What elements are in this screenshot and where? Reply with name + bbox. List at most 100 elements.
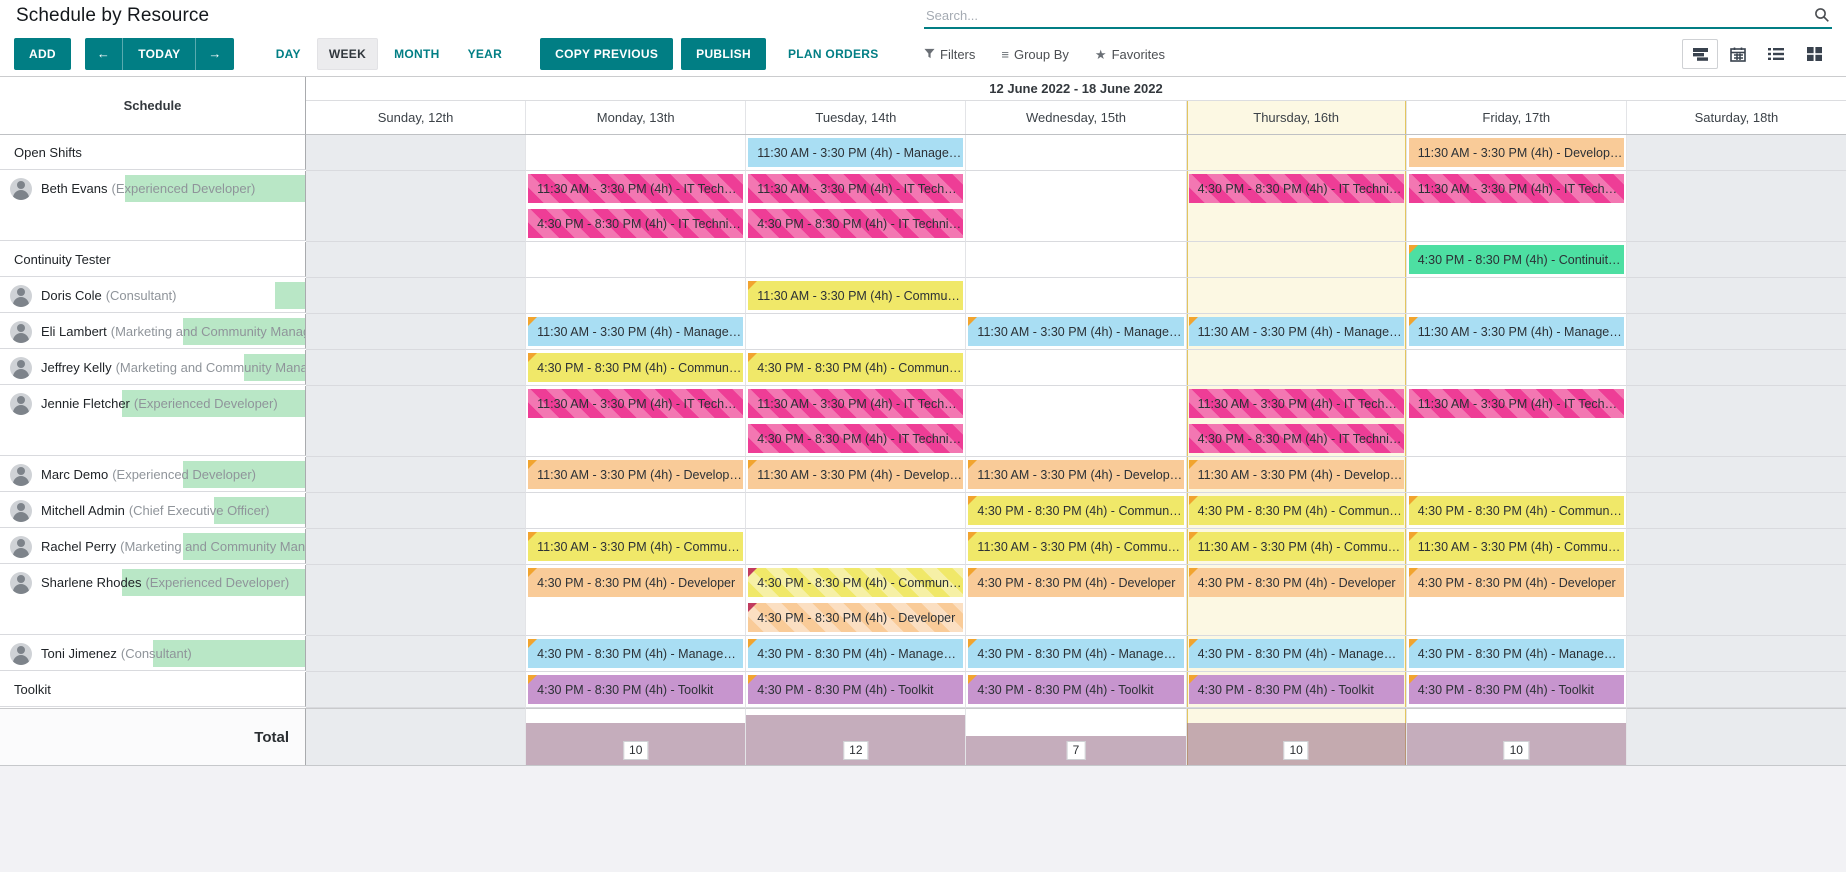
shift-event[interactable]: 11:30 AM - 3:30 PM (4h) - Manage… <box>748 138 963 167</box>
shift-event[interactable]: 4:30 PM - 8:30 PM (4h) - IT Techni… <box>1189 424 1404 453</box>
shift-event[interactable]: 4:30 PM - 8:30 PM (4h) - Developer <box>748 603 963 632</box>
publish-button[interactable]: PUBLISH <box>681 38 766 70</box>
shift-event[interactable]: 11:30 AM - 3:30 PM (4h) - Commu… <box>1409 532 1624 561</box>
shift-event[interactable]: 11:30 AM - 3:30 PM (4h) - Develop… <box>1189 460 1404 489</box>
shift-event[interactable]: 11:30 AM - 3:30 PM (4h) - Commu… <box>748 281 963 310</box>
gantt-cell[interactable]: 11:30 AM - 3:30 PM (4h) - Manage… <box>746 135 966 171</box>
scale-button-year[interactable]: YEAR <box>456 38 515 70</box>
gantt-cell[interactable]: 4:30 PM - 8:30 PM (4h) - Toolkit <box>966 672 1186 708</box>
shift-event[interactable]: 4:30 PM - 8:30 PM (4h) - Developer <box>1409 568 1624 597</box>
shift-event[interactable]: 4:30 PM - 8:30 PM (4h) - Toolkit <box>748 675 963 704</box>
shift-event[interactable]: 11:30 AM - 3:30 PM (4h) - Develop… <box>968 460 1183 489</box>
gantt-cell[interactable]: 11:30 AM - 3:30 PM (4h) - Develop… <box>526 457 746 493</box>
shift-event[interactable]: 4:30 PM - 8:30 PM (4h) - Developer <box>968 568 1183 597</box>
shift-event[interactable]: 4:30 PM - 8:30 PM (4h) - Commun… <box>1189 496 1404 525</box>
gantt-cell[interactable] <box>966 242 1186 278</box>
gantt-cell[interactable] <box>1627 171 1846 242</box>
gantt-cell[interactable]: 4:30 PM - 8:30 PM (4h) - IT Techni… <box>1187 171 1407 242</box>
copy-previous-button[interactable]: COPY PREVIOUS <box>540 38 673 70</box>
gantt-cell[interactable] <box>1407 278 1627 314</box>
gantt-cell[interactable] <box>1627 242 1846 278</box>
scale-button-day[interactable]: DAY <box>264 38 313 70</box>
gantt-cell[interactable] <box>306 386 526 457</box>
shift-event[interactable]: 4:30 PM - 8:30 PM (4h) - Developer <box>1189 568 1404 597</box>
gantt-cell[interactable]: 11:30 AM - 3:30 PM (4h) - Commu… <box>966 529 1186 565</box>
previous-period-button[interactable]: ← <box>85 38 122 70</box>
gantt-cell[interactable]: 11:30 AM - 3:30 PM (4h) - Commu… <box>1407 529 1627 565</box>
gantt-cell[interactable] <box>966 278 1186 314</box>
gantt-cell[interactable]: 11:30 AM - 3:30 PM (4h) - Develop… <box>746 457 966 493</box>
gantt-cell[interactable] <box>1627 350 1846 386</box>
shift-event[interactable]: 4:30 PM - 8:30 PM (4h) - IT Techni… <box>748 424 963 453</box>
shift-event[interactable]: 11:30 AM - 3:30 PM (4h) - IT Tech… <box>1189 389 1404 418</box>
gantt-cell[interactable]: 11:30 AM - 3:30 PM (4h) - IT Tech… <box>526 386 746 457</box>
gantt-cell[interactable]: 4:30 PM - 8:30 PM (4h) - Developer <box>1407 565 1627 636</box>
gantt-cell[interactable] <box>306 314 526 350</box>
gantt-cell[interactable]: 4:30 PM - 8:30 PM (4h) - Developer <box>526 565 746 636</box>
group-by-button[interactable]: ≡ Group By <box>1001 47 1069 62</box>
gantt-cell[interactable]: 4:30 PM - 8:30 PM (4h) - Developer <box>1187 565 1407 636</box>
kanban-view-button[interactable] <box>1796 39 1832 69</box>
gantt-cell[interactable] <box>966 350 1186 386</box>
gantt-cell[interactable]: 11:30 AM - 3:30 PM (4h) - IT Tech… 4:30 P… <box>1187 386 1407 457</box>
gantt-cell[interactable]: 4:30 PM - 8:30 PM (4h) - Commun… <box>1187 493 1407 529</box>
shift-event[interactable]: 11:30 AM - 3:30 PM (4h) - Commu… <box>1189 532 1404 561</box>
gantt-cell[interactable]: 11:30 AM - 3:30 PM (4h) - Commu… <box>746 278 966 314</box>
gantt-cell[interactable]: 11:30 AM - 3:30 PM (4h) - Manage… <box>1187 314 1407 350</box>
shift-event[interactable]: 11:30 AM - 3:30 PM (4h) - Commu… <box>968 532 1183 561</box>
shift-event[interactable]: 4:30 PM - 8:30 PM (4h) - IT Techni… <box>528 209 743 238</box>
shift-event[interactable]: 11:30 AM - 3:30 PM (4h) - Commu… <box>528 532 743 561</box>
gantt-cell[interactable]: 11:30 AM - 3:30 PM (4h) - IT Tech…4:30 P… <box>746 171 966 242</box>
gantt-cell[interactable]: 4:30 PM - 8:30 PM (4h) - Commun… <box>746 350 966 386</box>
shift-event[interactable]: 4:30 PM - 8:30 PM (4h) - Manage… <box>528 639 743 668</box>
gantt-cell[interactable] <box>746 493 966 529</box>
add-button[interactable]: ADD <box>14 38 71 70</box>
shift-event[interactable]: 11:30 AM - 3:30 PM (4h) - IT Tech… <box>528 389 743 418</box>
shift-event[interactable]: 11:30 AM - 3:30 PM (4h) - IT Tech… <box>1409 174 1624 203</box>
gantt-cell[interactable]: 4:30 PM - 8:30 PM (4h) - Manage… <box>966 636 1186 672</box>
gantt-cell[interactable]: 4:30 PM - 8:30 PM (4h) - Toolkit <box>1407 672 1627 708</box>
gantt-cell[interactable]: 4:30 PM - 8:30 PM (4h) - Commun… <box>966 493 1186 529</box>
gantt-cell[interactable]: 4:30 PM - 8:30 PM (4h) - Manage… <box>746 636 966 672</box>
favorites-button[interactable]: ★ Favorites <box>1095 47 1165 62</box>
shift-event[interactable]: 4:30 PM - 8:30 PM (4h) - Manage… <box>968 639 1183 668</box>
shift-event[interactable]: 4:30 PM - 8:30 PM (4h) - Toolkit <box>968 675 1183 704</box>
gantt-cell[interactable]: 4:30 PM - 8:30 PM (4h) - Commun… <box>1407 493 1627 529</box>
gantt-cell[interactable] <box>1187 278 1407 314</box>
gantt-cell[interactable]: 4:30 PM - 8:30 PM (4h) - Commun… <box>526 350 746 386</box>
gantt-cell[interactable] <box>746 314 966 350</box>
gantt-cell[interactable] <box>526 135 746 171</box>
gantt-cell[interactable]: 4:30 PM - 8:30 PM (4h) - Toolkit <box>526 672 746 708</box>
search-input[interactable] <box>924 6 1832 25</box>
gantt-cell[interactable]: 11:30 AM - 3:30 PM (4h) - Manage… <box>966 314 1186 350</box>
gantt-cell[interactable]: 11:30 AM - 3:30 PM (4h) - IT Tech… <box>1407 171 1627 242</box>
shift-event[interactable]: 4:30 PM - 8:30 PM (4h) - IT Techni… <box>748 209 963 238</box>
shift-event[interactable]: 11:30 AM - 3:30 PM (4h) - IT Tech… <box>748 389 963 418</box>
gantt-cell[interactable] <box>1627 529 1846 565</box>
shift-event[interactable]: 4:30 PM - 8:30 PM (4h) - Commun… <box>1409 496 1624 525</box>
list-view-button[interactable] <box>1758 39 1794 69</box>
scale-button-month[interactable]: MONTH <box>382 38 452 70</box>
gantt-cell[interactable] <box>306 350 526 386</box>
gantt-cell[interactable]: 11:30 AM - 3:30 PM (4h) - Manage… <box>1407 314 1627 350</box>
next-period-button[interactable]: → <box>195 38 233 70</box>
gantt-cell[interactable] <box>1187 350 1407 386</box>
gantt-cell[interactable] <box>1627 457 1846 493</box>
gantt-cell[interactable]: 4:30 PM - 8:30 PM (4h) - Commun… 4:30 PM … <box>746 565 966 636</box>
gantt-cell[interactable] <box>306 171 526 242</box>
scale-button-week[interactable]: WEEK <box>317 38 378 70</box>
shift-event[interactable]: 11:30 AM - 3:30 PM (4h) - Develop… <box>1409 138 1624 167</box>
shift-event[interactable]: 4:30 PM - 8:30 PM (4h) - Commun… <box>968 496 1183 525</box>
calendar-view-button[interactable] <box>1720 39 1756 69</box>
shift-event[interactable]: 4:30 PM - 8:30 PM (4h) - Manage… <box>1189 639 1404 668</box>
gantt-cell[interactable] <box>746 242 966 278</box>
gantt-cell[interactable] <box>1627 314 1846 350</box>
gantt-cell[interactable] <box>1627 135 1846 171</box>
gantt-cell[interactable] <box>966 386 1186 457</box>
gantt-cell[interactable] <box>1187 135 1407 171</box>
gantt-cell[interactable]: 4:30 PM - 8:30 PM (4h) - Toolkit <box>746 672 966 708</box>
gantt-cell[interactable]: 4:30 PM - 8:30 PM (4h) - Manage… <box>526 636 746 672</box>
shift-event[interactable]: 4:30 PM - 8:30 PM (4h) - Commun… <box>748 568 963 597</box>
gantt-cell[interactable] <box>306 242 526 278</box>
gantt-cell[interactable]: 11:30 AM - 3:30 PM (4h) - Develop… <box>966 457 1186 493</box>
